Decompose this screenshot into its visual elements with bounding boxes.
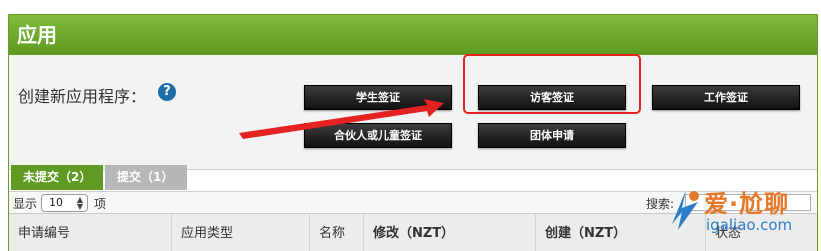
panel-title: 应用 — [9, 15, 817, 55]
items-label: 项 — [94, 197, 107, 211]
tab-unsubmitted[interactable]: 未提交（2） — [11, 165, 103, 190]
tab-submitted[interactable]: 提交（1） — [105, 165, 187, 190]
page-length-select[interactable]: 10 ▲ ▼ — [41, 194, 88, 212]
question-circle-icon[interactable]: ? — [158, 83, 176, 101]
work-visa-button[interactable]: 工作签证 — [652, 85, 800, 110]
watermark-subtitle: igaliao.com — [706, 216, 793, 234]
highlight-box — [463, 54, 641, 114]
show-label: 显示 — [13, 197, 38, 211]
group-application-button[interactable]: 团体申请 — [478, 123, 626, 148]
watermark: 爱·尬聊 igaliao.com — [664, 184, 821, 244]
watermark-title: 爱·尬聊 — [704, 190, 790, 218]
red-arrow-annotation — [239, 99, 444, 139]
stepper-arrows-icon: ▲ ▼ — [76, 195, 83, 211]
create-label: 创建新应用程序： — [18, 87, 147, 106]
column-modified[interactable]: 修改（NZT） — [364, 214, 536, 251]
column-application-number[interactable]: 申请编号 — [9, 214, 172, 251]
page-length-value: 10 — [49, 196, 63, 209]
column-application-type[interactable]: 应用类型 — [172, 214, 310, 251]
column-name[interactable]: 名称 — [310, 214, 364, 251]
watermark-logo-icon — [672, 190, 699, 230]
